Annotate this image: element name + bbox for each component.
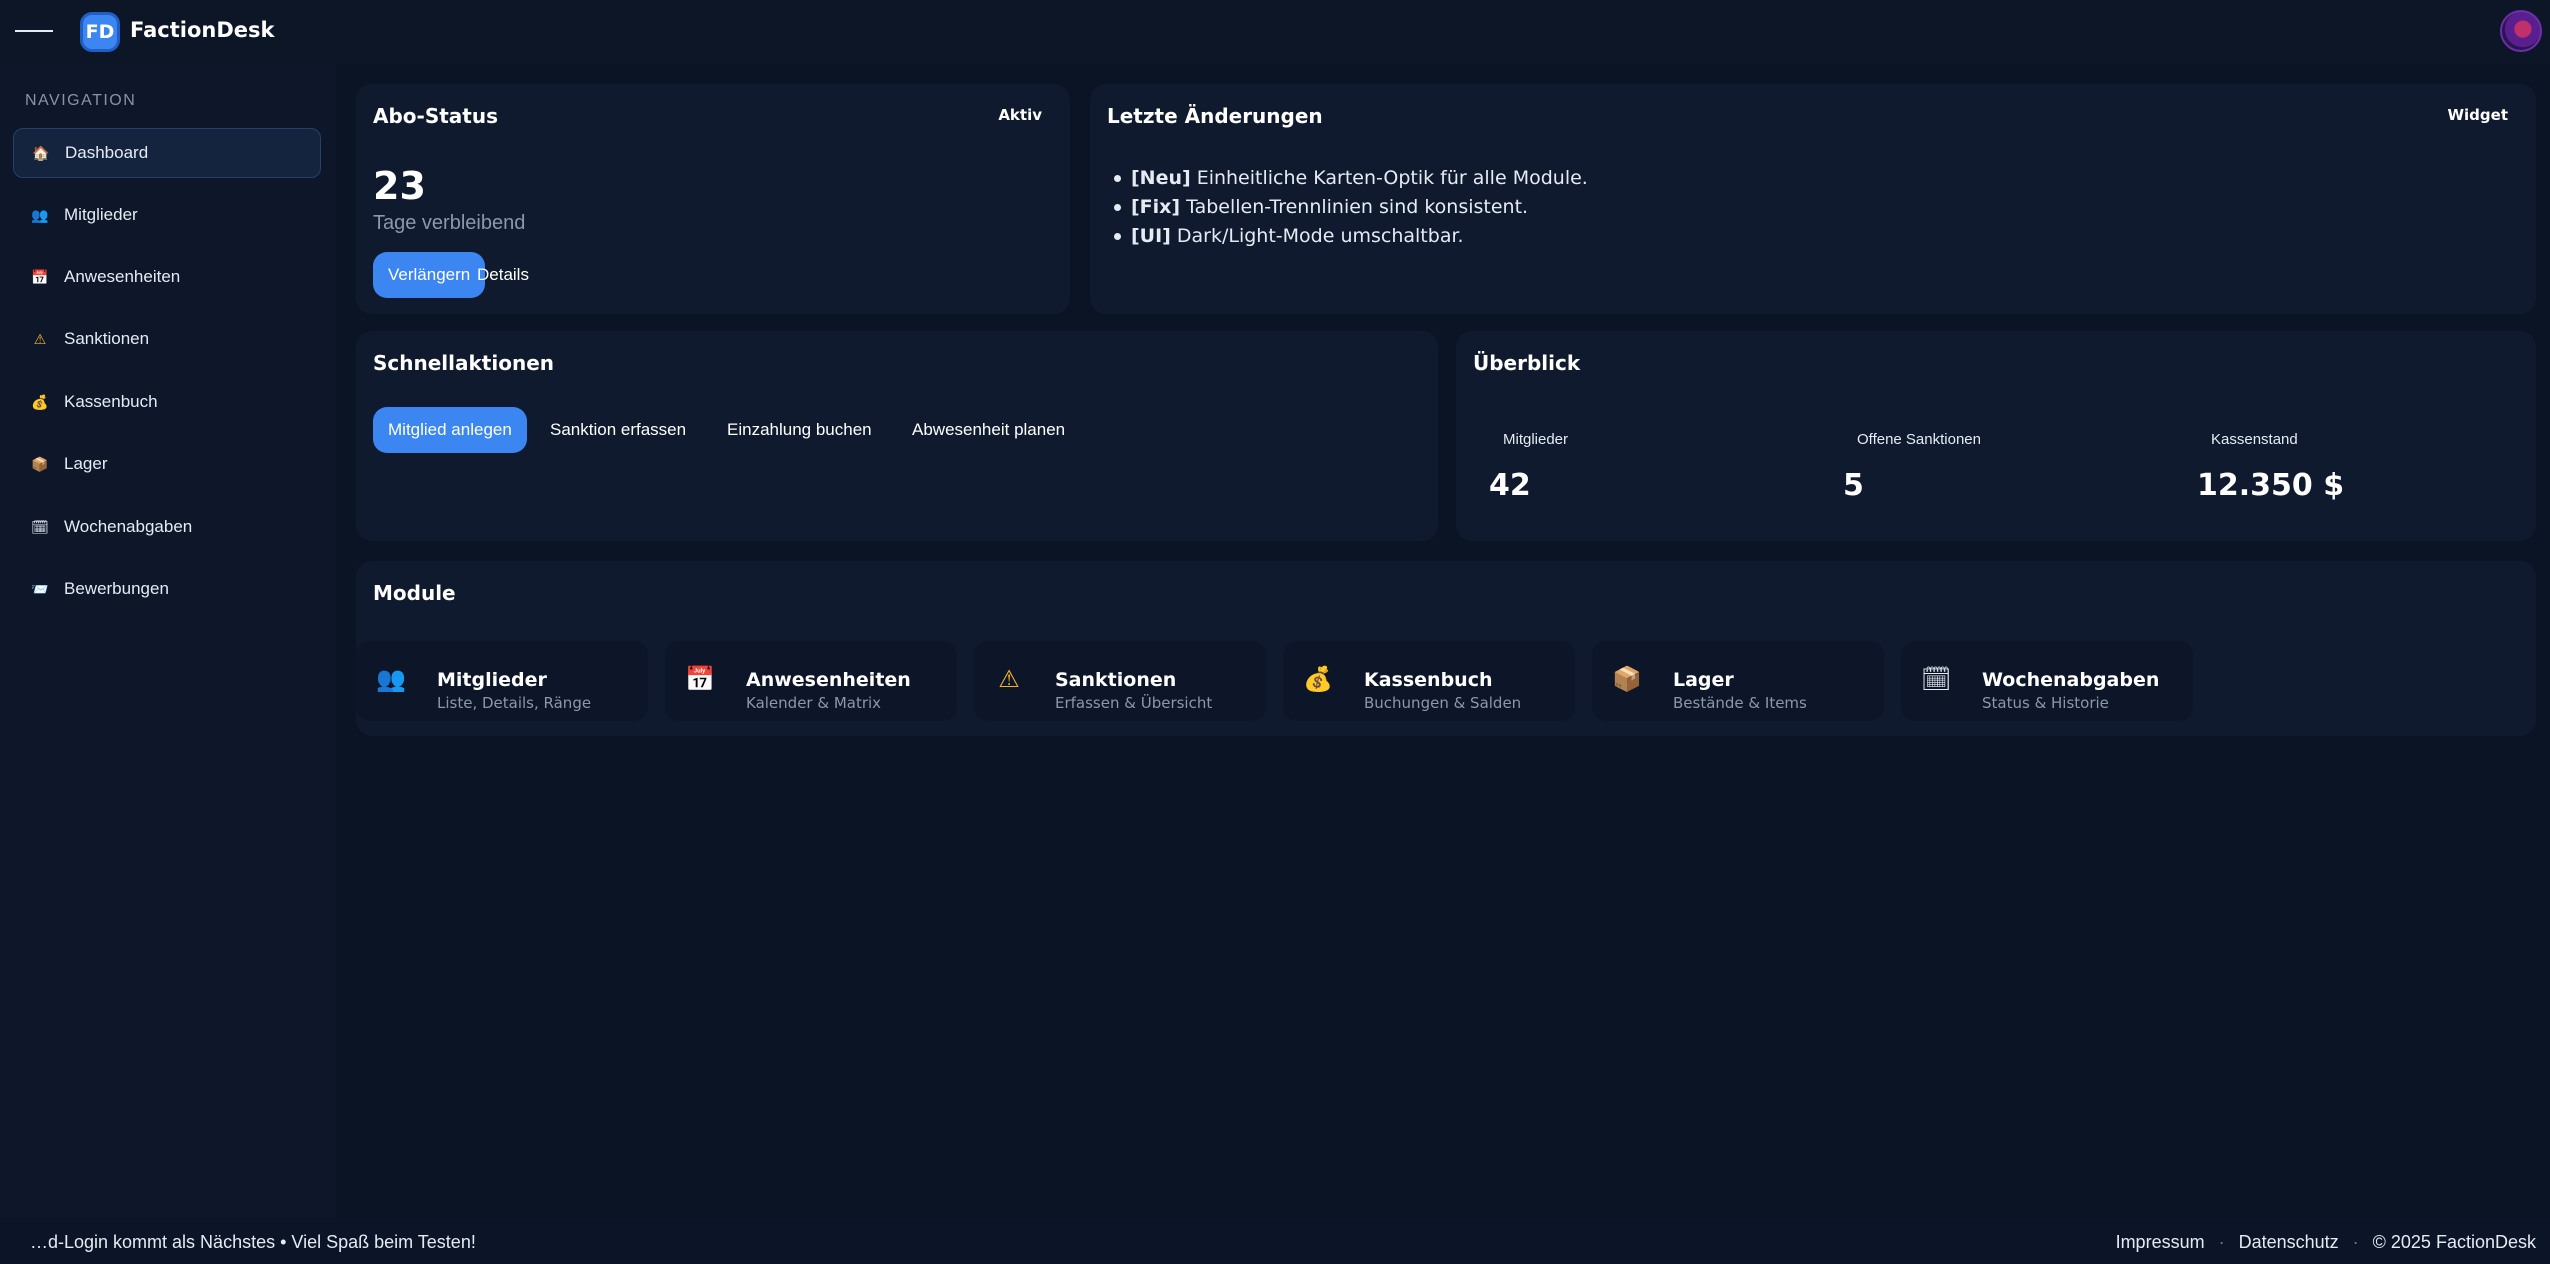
sidebar-item-lager[interactable]: 📦 Lager — [13, 439, 321, 489]
sidebar-item-label: Kassenbuch — [64, 392, 158, 411]
footer-separator: · — [2352, 1232, 2359, 1252]
footer: …d-Login kommt als Nächstes • Viel Spaß … — [0, 1218, 2550, 1264]
avatar[interactable] — [2500, 10, 2542, 52]
top-bar: FD FactionDesk — [0, 0, 2550, 64]
module-tile-mitglieder[interactable]: 👥 Mitglieder Liste, Details, Ränge — [356, 641, 648, 721]
stat-label: Mitglieder — [1503, 431, 1569, 448]
module-tile-lager[interactable]: 📦 Lager Bestände & Items — [1592, 641, 1884, 721]
sidebar-item-label: Dashboard — [65, 143, 149, 162]
money-bag-icon: 💰 — [31, 393, 49, 410]
add-member-button[interactable]: Mitglied anlegen — [373, 407, 527, 453]
module-name: Mitglieder — [437, 669, 547, 691]
add-sanction-button[interactable]: Sanktion erfassen — [535, 407, 701, 453]
sidebar-item-dashboard[interactable]: 🏠 Dashboard — [13, 128, 321, 178]
sidebar-item-wochenabgaben[interactable]: 🗓 Wochenabgaben — [13, 502, 321, 552]
module-tile-anwesenheiten[interactable]: 📅 Anwesenheiten Kalender & Matrix — [665, 641, 957, 721]
module-desc: Erfassen & Übersicht — [1055, 694, 1213, 712]
card-title: Abo-Status — [373, 104, 498, 128]
stat-members: Mitglieder 42 — [1489, 431, 1569, 503]
module-desc: Buchungen & Salden — [1364, 694, 1522, 712]
sidebar-item-label: Mitglieder — [64, 205, 138, 224]
users-icon: 👥 — [31, 206, 49, 223]
calendar-icon: 📅 — [685, 666, 715, 693]
stat-label: Offene Sanktionen — [1857, 431, 1981, 448]
money-bag-icon: 💰 — [1303, 666, 1333, 693]
warning-icon: ⚠ — [33, 330, 47, 347]
footer-separator: · — [2218, 1232, 2225, 1252]
module-desc: Status & Historie — [1982, 694, 2109, 712]
card-title: Letzte Änderungen — [1107, 104, 1323, 128]
list-item: [UI] Dark/Light-Mode umschaltbar. — [1114, 222, 1588, 251]
sidebar-item-kassenbuch[interactable]: 💰 Kassenbuch — [13, 377, 321, 427]
module-name: Lager — [1673, 669, 1734, 691]
plan-absence-button[interactable]: Abwesenheit planen — [897, 407, 1080, 453]
list-item: [Fix] Tabellen-Trennlinien sind konsisten… — [1114, 193, 1588, 222]
days-remaining-value: 23 — [373, 164, 426, 208]
calendar-icon: 📅 — [31, 268, 49, 285]
overview-card: Überblick Mitglieder 42 Offene Sanktione… — [1456, 331, 2536, 541]
warning-icon: ⚠ — [998, 666, 1020, 693]
module-name: Sanktionen — [1055, 669, 1177, 691]
logo-badge[interactable]: FD — [80, 12, 120, 52]
package-icon: 📦 — [1612, 666, 1642, 693]
list-item: [Neu] Einheitliche Karten-Optik für alle … — [1114, 164, 1588, 193]
sidebar-item-bewerbungen[interactable]: 📨 Bewerbungen — [13, 564, 321, 614]
quick-actions-card: Schnellaktionen Mitglied anlegen Sanktio… — [356, 331, 1438, 541]
module-desc: Liste, Details, Ränge — [437, 694, 592, 712]
footer-message: …d-Login kommt als Nächstes • Viel Spaß … — [30, 1232, 476, 1252]
envelope-icon: 📨 — [31, 580, 49, 597]
stat-label: Kassenstand — [2211, 431, 2298, 448]
package-icon: 📦 — [31, 455, 49, 472]
calendar-grid-icon: 🗓 — [1921, 666, 1952, 693]
sidebar: NAVIGATION 🏠 Dashboard 👥 Mitglieder 📅 An… — [0, 64, 336, 1218]
home-icon: 🏠 — [32, 144, 50, 161]
module-tile-kassenbuch[interactable]: 💰 Kassenbuch Buchungen & Salden — [1283, 641, 1575, 721]
module-name: Anwesenheiten — [746, 669, 911, 691]
book-payment-button[interactable]: Einzahlung buchen — [712, 407, 887, 453]
card-title: Schnellaktionen — [373, 351, 555, 375]
menu-icon[interactable] — [15, 30, 53, 32]
module-desc: Bestände & Items — [1673, 694, 1807, 712]
sidebar-item-mitglieder[interactable]: 👥 Mitglieder — [13, 190, 321, 240]
sidebar-item-anwesenheiten[interactable]: 📅 Anwesenheiten — [13, 252, 321, 302]
stat-value: 42 — [1489, 468, 1531, 503]
module-name: Kassenbuch — [1364, 669, 1493, 691]
module-desc: Kalender & Matrix — [746, 694, 882, 712]
card-title: Überblick — [1473, 351, 1581, 375]
sidebar-item-label: Sanktionen — [64, 329, 150, 348]
footer-links: Impressum · Datenschutz · © 2025 Faction… — [2116, 1232, 2536, 1253]
stat-open-sanctions: Offene Sanktionen 5 — [1843, 431, 1981, 503]
calendar-grid-icon: 🗓 — [31, 518, 49, 535]
days-remaining-label: Tage verbleibend — [373, 212, 526, 234]
module-tile-sanktionen[interactable]: ⚠ Sanktionen Erfassen & Übersicht — [974, 641, 1266, 721]
sidebar-item-label: Wochenabgaben — [64, 517, 193, 536]
brand-name[interactable]: FactionDesk — [130, 18, 275, 42]
stat-cash-balance: Kassenstand 12.350 $ — [2197, 431, 2344, 503]
impressum-link[interactable]: Impressum — [2116, 1232, 2205, 1253]
nav-title: NAVIGATION — [25, 92, 137, 109]
copyright-text: © 2025 FactionDesk — [2372, 1232, 2536, 1252]
stat-value: 5 — [1843, 468, 1864, 503]
sidebar-item-label: Anwesenheiten — [64, 267, 181, 286]
users-icon: 👥 — [376, 666, 406, 693]
datenschutz-link[interactable]: Datenschutz — [2239, 1232, 2339, 1253]
changes-card: Letzte Änderungen Widget [Neu] Einheitlic… — [1090, 84, 2536, 314]
sidebar-item-label: Bewerbungen — [64, 579, 169, 598]
card-title: Module — [373, 581, 456, 605]
details-button[interactable]: Details — [462, 252, 544, 298]
stat-value: 12.350 $ — [2197, 468, 2345, 503]
modules-card: Module 👥 Mitglieder Liste, Details, Räng… — [356, 561, 2536, 736]
sidebar-item-label: Lager — [64, 454, 108, 473]
changes-list: [Neu] Einheitliche Karten-Optik für alle … — [1114, 164, 1588, 251]
abo-status-card: Abo-Status Aktiv 23 Tage verbleibend Ver… — [356, 84, 1070, 314]
sidebar-item-sanktionen[interactable]: ⚠ Sanktionen — [13, 314, 321, 364]
module-name: Wochenabgaben — [1982, 669, 2160, 691]
module-tile-wochenabgaben[interactable]: 🗓 Wochenabgaben Status & Historie — [1901, 641, 2193, 721]
widget-badge: Widget — [2447, 106, 2508, 124]
status-badge: Aktiv — [998, 106, 1042, 124]
